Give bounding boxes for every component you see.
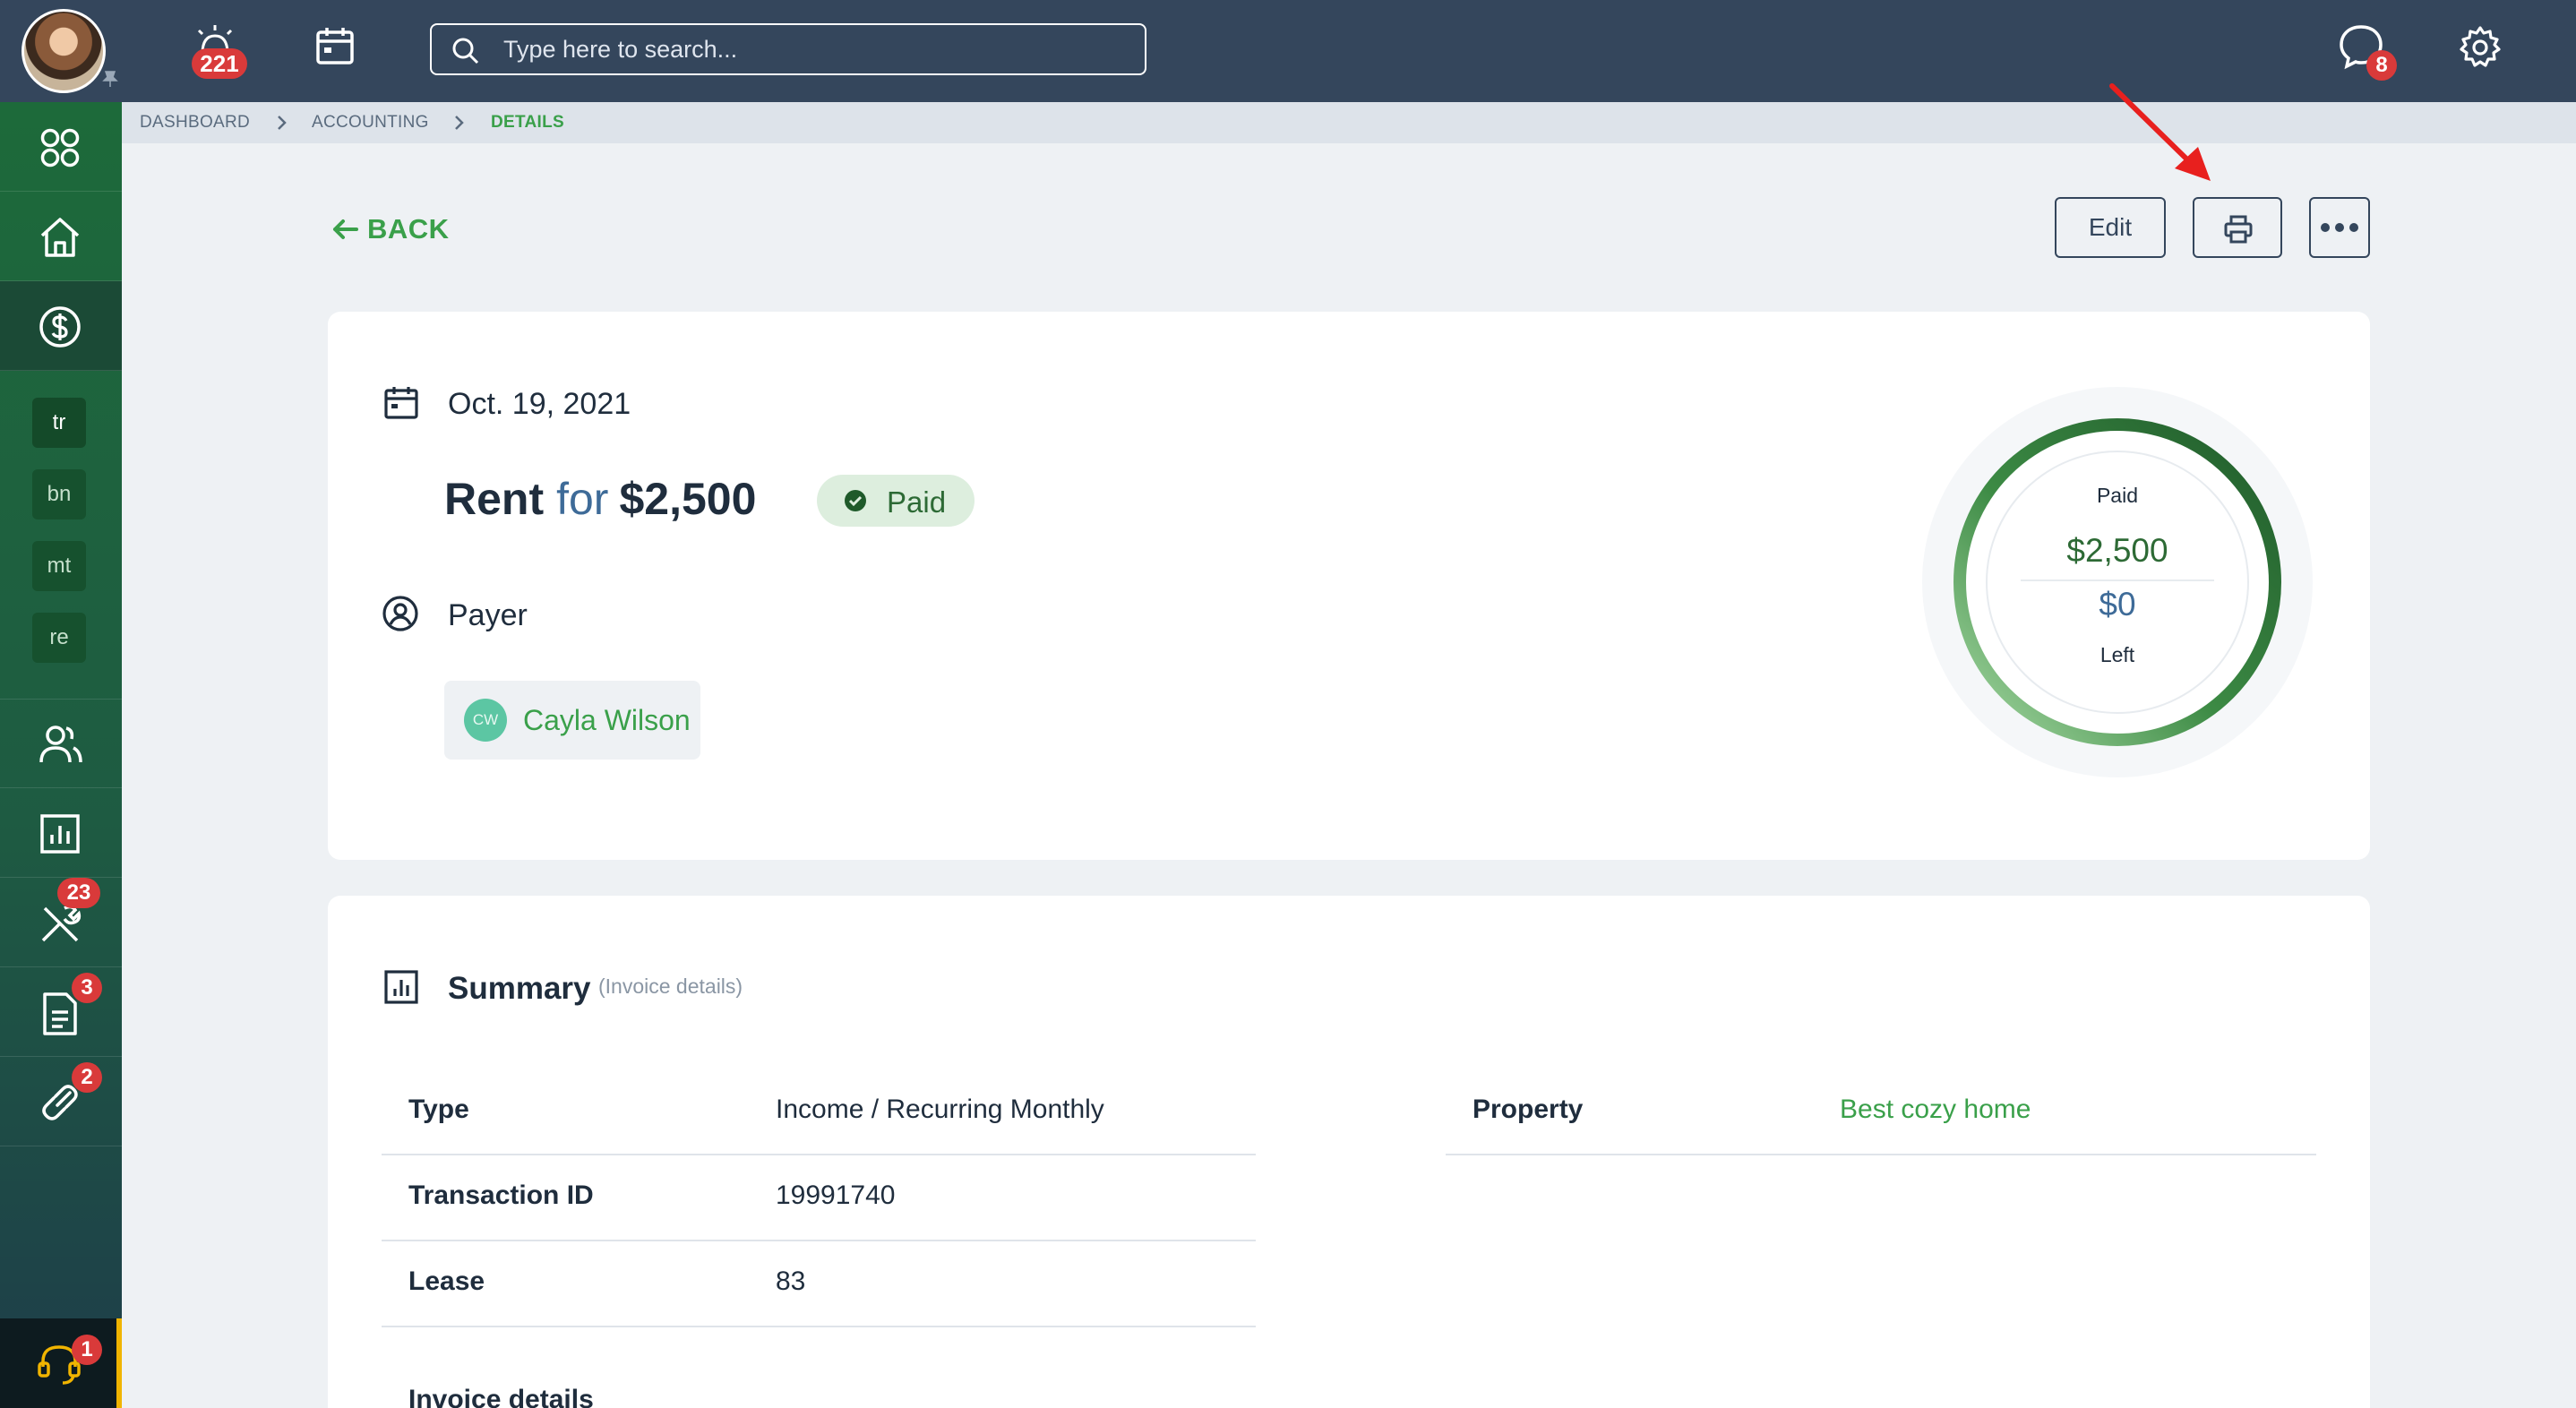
- sidebar-item-apps[interactable]: [0, 102, 122, 192]
- edit-button[interactable]: Edit: [2055, 197, 2166, 258]
- search-input[interactable]: [503, 32, 1130, 66]
- summary-card: Summary (Invoice details) Type Income / …: [328, 896, 2370, 1408]
- printer-icon: [2224, 215, 2253, 244]
- status-label: Paid: [887, 485, 947, 519]
- breadcrumb-details: DETAILS: [491, 113, 564, 132]
- messages-button[interactable]: 8: [2338, 23, 2400, 86]
- left-label: Left: [2099, 643, 2135, 666]
- apps-grid-icon: [40, 128, 80, 167]
- row-divider: [382, 1154, 1256, 1155]
- lease-label: Lease: [408, 1266, 485, 1296]
- breadcrumb-dashboard[interactable]: DASHBOARD: [140, 113, 250, 133]
- pin-icon: [102, 71, 118, 87]
- transaction-card: Oct. 19, 2021 Rent for $2,500 Paid Payer C…: [328, 312, 2370, 860]
- row-divider: [1446, 1154, 2316, 1155]
- chevron-right-icon: [455, 116, 464, 130]
- transaction-id-label: Transaction ID: [408, 1180, 594, 1210]
- notifications-badge: 221: [192, 48, 247, 79]
- more-dots-icon: [2321, 223, 2358, 232]
- bar-chart-icon: [384, 970, 418, 1004]
- row-divider: [382, 1326, 1256, 1327]
- payer-heading: Payer: [448, 598, 528, 632]
- more-options-button[interactable]: [2309, 197, 2370, 258]
- type-label: Type: [408, 1095, 469, 1124]
- sidebar: tr bn mt re 23 3 2 1: [0, 102, 122, 1408]
- bar-chart-icon: [40, 814, 80, 854]
- user-circle-icon: [382, 596, 418, 631]
- sidebar-item-accounting[interactable]: [0, 281, 122, 371]
- payment-progress-ring: Paid $2,500 $0 Left: [1920, 385, 2314, 779]
- type-value: Income / Recurring Monthly: [776, 1095, 1104, 1124]
- people-icon: [39, 725, 82, 763]
- chevron-right-icon: [278, 116, 287, 130]
- calendar-icon[interactable]: [313, 25, 356, 68]
- check-circle-icon: [845, 490, 866, 511]
- row-divider: [382, 1240, 1256, 1241]
- paid-label: Paid: [2096, 484, 2139, 507]
- status-badge: Paid: [817, 475, 975, 527]
- sidebar-item-home[interactable]: [0, 192, 122, 281]
- sidebar-subitem-re[interactable]: re: [32, 613, 86, 663]
- dollar-circle-icon: [39, 306, 81, 348]
- documents-badge: 3: [72, 973, 102, 1003]
- maintenance-badge: 23: [57, 878, 100, 908]
- print-button[interactable]: [2193, 197, 2282, 258]
- support-button[interactable]: 1: [0, 1318, 122, 1408]
- for-word: for: [556, 474, 609, 524]
- property-label: Property: [1473, 1095, 1584, 1124]
- search-box[interactable]: [430, 23, 1146, 75]
- payer-name: Cayla Wilson: [523, 704, 691, 736]
- transaction-date: Oct. 19, 2021: [448, 387, 631, 421]
- sidebar-subitem-mt[interactable]: mt: [32, 541, 86, 591]
- sidebar-subitem-tr[interactable]: tr: [32, 398, 86, 448]
- payer-avatar: CW: [464, 699, 507, 742]
- sidebar-subitem-bn[interactable]: bn: [32, 469, 86, 519]
- calendar-icon: [384, 387, 418, 419]
- user-avatar[interactable]: [21, 9, 106, 93]
- search-icon: [452, 38, 479, 64]
- sidebar-item-reports[interactable]: [0, 788, 122, 878]
- sidebar-item-maintenance[interactable]: 23: [0, 878, 122, 967]
- arrow-left-icon: [333, 219, 358, 239]
- notifications-button[interactable]: 221: [188, 20, 251, 82]
- sidebar-item-people[interactable]: [0, 699, 122, 788]
- support-accent-stripe: [116, 1318, 122, 1408]
- breadcrumb-accounting[interactable]: ACCOUNTING: [312, 113, 429, 133]
- settings-gear-icon[interactable]: [2458, 25, 2503, 70]
- lease-value[interactable]: 83: [776, 1266, 805, 1297]
- transaction-category: Rent: [444, 474, 545, 524]
- paid-amount: $2,500: [2066, 532, 2168, 569]
- sidebar-item-links[interactable]: 2: [0, 1057, 122, 1146]
- links-badge: 2: [72, 1062, 102, 1093]
- home-icon: [40, 218, 80, 257]
- back-label: BACK: [367, 213, 450, 245]
- payer-chip[interactable]: CW Cayla Wilson: [444, 681, 700, 760]
- transaction-amount: $2,500: [619, 474, 757, 524]
- annotation-arrow-icon: [2109, 83, 2211, 181]
- messages-badge: 8: [2366, 50, 2397, 81]
- property-link[interactable]: Best cozy home: [1840, 1095, 2031, 1125]
- transaction-headline: Rent for $2,500: [444, 473, 756, 525]
- left-amount: $0: [2099, 586, 2136, 622]
- support-badge: 1: [72, 1335, 102, 1365]
- summary-subtitle: (Invoice details): [598, 974, 743, 998]
- transaction-id-value: 19991740: [776, 1180, 896, 1210]
- sidebar-item-documents[interactable]: 3: [0, 967, 122, 1057]
- summary-title: Summary: [448, 971, 591, 1006]
- invoice-details-heading: Invoice details: [408, 1385, 594, 1408]
